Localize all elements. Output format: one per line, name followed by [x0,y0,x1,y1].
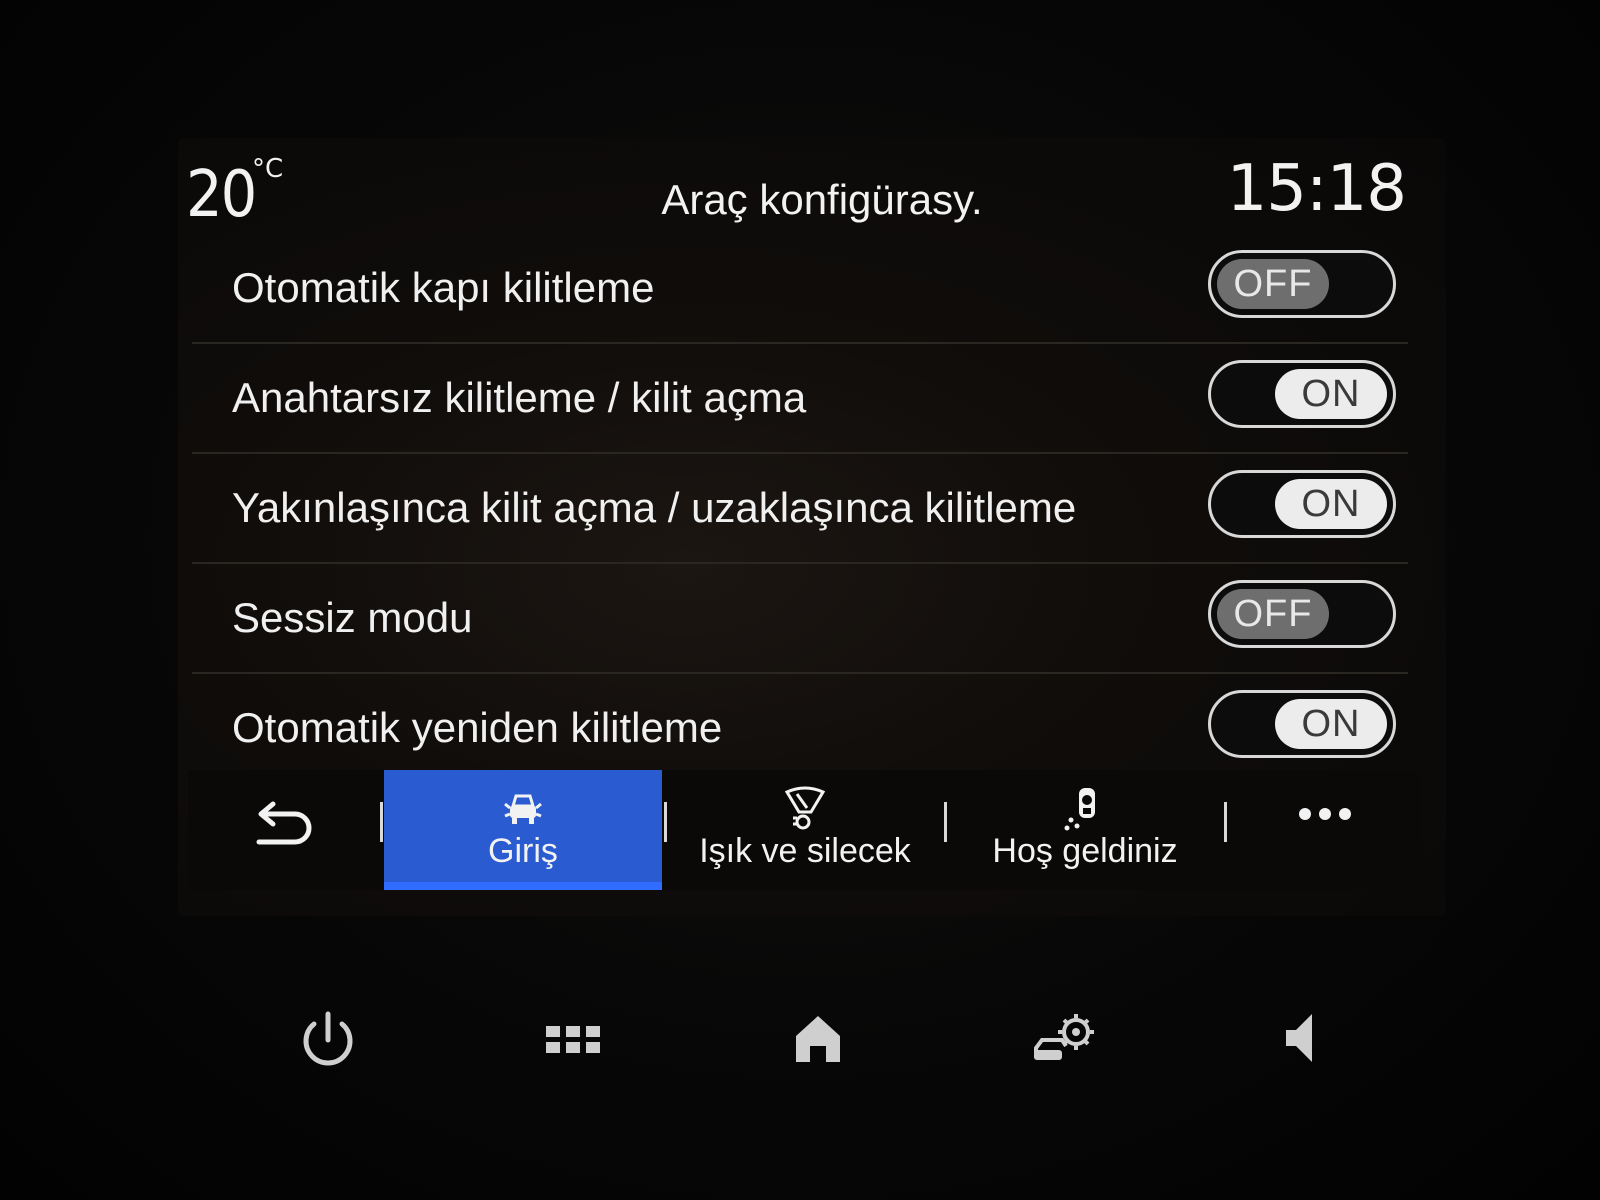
setting-label: Yakınlaşınca kilit açma / uzaklaşınca ki… [232,484,1077,531]
setting-label: Otomatik yeniden kilitleme [232,704,723,751]
car-settings-icon[interactable] [1024,1000,1104,1080]
settings-list: Otomatik kapı kilitleme OFF Anahtarsız k… [192,234,1408,782]
car-doors-icon [504,794,542,824]
back-arrow-icon [256,801,312,845]
volume-icon[interactable] [1264,1000,1344,1080]
setting-row-proximity-unlock[interactable]: Yakınlaşınca kilit açma / uzaklaşınca ki… [192,454,1408,564]
setting-label: Otomatik kapı kilitleme [232,264,655,311]
clock: 15:18 [1226,152,1407,226]
auto-door-lock-toggle[interactable]: OFF [1208,250,1396,318]
tab-hos-geldiniz[interactable]: Hoş geldiniz [948,770,1222,890]
silent-mode-toggle[interactable]: OFF [1208,580,1396,648]
infotainment-screen: 20 °C Araç konfigürasy. 15:18 Otomatik k… [178,138,1446,916]
tab-separator [1224,802,1227,842]
back-button[interactable] [188,770,378,890]
toggle-knob: OFF [1217,259,1329,309]
setting-row-keyless-lock[interactable]: Anahtarsız kilitleme / kilit açma ON [192,344,1408,454]
toggle-knob: OFF [1217,589,1329,639]
tab-isik-ve-silecek[interactable]: Işık ve silecek [668,770,942,890]
status-bar: 20 °C Araç konfigürasy. 15:18 [178,138,1446,238]
tab-bar: Giriş Işık ve silecek Hoş geldiniz [188,770,1422,890]
setting-row-silent-mode[interactable]: Sessiz modu OFF [192,564,1408,674]
setting-label: Anahtarsız kilitleme / kilit açma [232,374,807,421]
tab-label: Hoş geldiniz [992,832,1178,870]
toggle-knob: ON [1275,699,1387,749]
more-dots-icon [1299,808,1351,820]
tab-separator [664,802,667,842]
setting-row-auto-relock[interactable]: Otomatik yeniden kilitleme ON [192,674,1408,782]
tab-separator [944,802,947,842]
light-wiper-icon [784,786,826,830]
setting-row-auto-door-lock[interactable]: Otomatik kapı kilitleme OFF [192,234,1408,344]
welcome-person-icon [1064,788,1095,831]
apps-grid-icon[interactable] [534,1000,614,1080]
tab-giris[interactable]: Giriş [384,770,662,890]
tab-separator [380,802,383,842]
home-icon[interactable] [778,1000,858,1080]
tab-label: Giriş [488,832,558,870]
auto-relock-toggle[interactable]: ON [1208,690,1396,758]
power-icon[interactable] [288,1000,368,1080]
toggle-knob: ON [1275,479,1387,529]
toggle-knob: ON [1275,369,1387,419]
tab-label: Işık ve silecek [699,832,911,870]
keyless-lock-toggle[interactable]: ON [1208,360,1396,428]
setting-label: Sessiz modu [232,594,473,641]
hardware-dock [0,980,1600,1110]
proximity-unlock-toggle[interactable]: ON [1208,470,1396,538]
more-button[interactable] [1228,770,1422,890]
